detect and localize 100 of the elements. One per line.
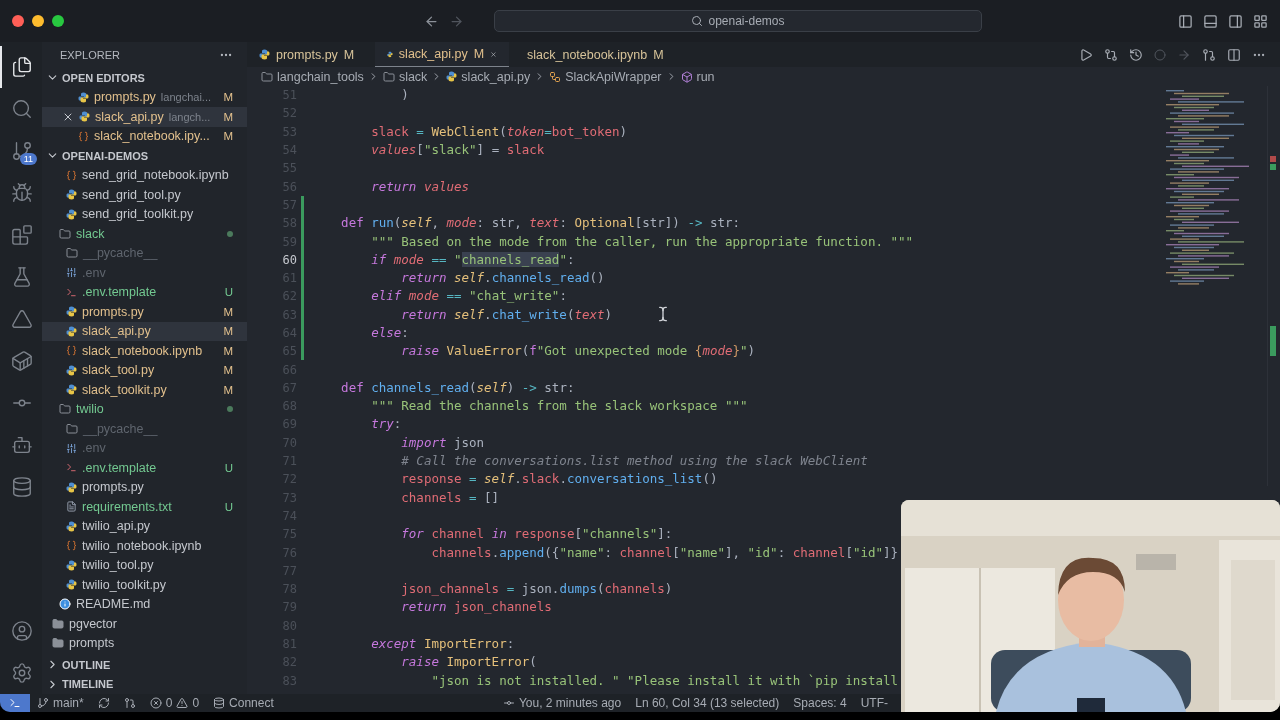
code-line: values["slack"] = slack bbox=[370, 142, 545, 159]
git-status: M bbox=[473, 47, 485, 61]
robot-icon[interactable] bbox=[11, 434, 33, 456]
file-tree-item[interactable]: twilio bbox=[42, 399, 247, 419]
activity-bar-button[interactable]: 11 bbox=[0, 130, 42, 172]
run-debug-icon[interactable] bbox=[11, 182, 33, 204]
method-icon bbox=[680, 70, 693, 83]
python-file-icon bbox=[79, 111, 90, 123]
layout-icon[interactable] bbox=[1253, 13, 1268, 29]
sidebar-toggle-icon[interactable] bbox=[1178, 13, 1193, 29]
container-icon[interactable] bbox=[11, 350, 33, 372]
branch-button[interactable]: main* bbox=[30, 696, 91, 710]
file-tree-item[interactable]: twilio_toolkit.py bbox=[42, 575, 247, 595]
file-name: README.md bbox=[76, 597, 151, 612]
triangle-icon[interactable] bbox=[11, 308, 33, 330]
git-status: M bbox=[343, 47, 355, 62]
tab-title: slack_notebook.ipynb bbox=[527, 47, 648, 62]
file-tree-item[interactable]: .env.template U bbox=[42, 458, 247, 478]
problems-button[interactable]: 0 0 bbox=[142, 696, 207, 710]
file-tree-item[interactable]: twilio_tool.py bbox=[42, 555, 247, 575]
section-title: OPENAI-DEMOS bbox=[62, 149, 149, 162]
compare-icon[interactable] bbox=[1104, 47, 1118, 62]
notebook-file-icon bbox=[66, 169, 77, 181]
run-icon[interactable] bbox=[1079, 47, 1093, 62]
file-tree-item[interactable]: pgvector bbox=[42, 614, 247, 634]
file-tree-item[interactable]: slack bbox=[42, 224, 247, 244]
settings-icon[interactable] bbox=[11, 662, 33, 684]
git-status: M bbox=[223, 325, 233, 338]
remote-button[interactable] bbox=[0, 694, 30, 712]
file-tree-item[interactable]: requirements.txt U bbox=[42, 497, 247, 517]
warning-icon bbox=[176, 697, 189, 709]
notebook-file-icon bbox=[66, 345, 77, 357]
file-name: twilio bbox=[76, 402, 104, 417]
panel-toggle-icon[interactable] bbox=[1203, 13, 1218, 29]
split-editor-icon[interactable] bbox=[1227, 47, 1241, 62]
code-line: return self.chat_write(text) bbox=[400, 306, 613, 323]
close-window-button[interactable] bbox=[12, 15, 24, 27]
open-editor-item[interactable]: prompts.py langchai... M bbox=[42, 87, 247, 107]
file-tree-item[interactable]: .env.template U bbox=[42, 282, 247, 302]
file-name: twilio_toolkit.py bbox=[82, 577, 167, 592]
section-header[interactable]: OUTLINE bbox=[42, 655, 247, 675]
status-item[interactable]: Spaces: 4 bbox=[786, 696, 854, 710]
code-line: if mode == "channels_read": bbox=[370, 251, 575, 268]
file-tree-item[interactable]: prompts.py M bbox=[42, 302, 247, 322]
secondary-sidebar-icon[interactable] bbox=[1228, 13, 1243, 29]
command-search-field[interactable]: openai-demos bbox=[494, 10, 982, 32]
python-file-icon bbox=[66, 208, 77, 220]
code-line: slack = WebClient(token=bot_token) bbox=[370, 123, 628, 140]
editor-tab[interactable]: slack_api.py M bbox=[375, 42, 509, 67]
flask-icon[interactable] bbox=[11, 266, 33, 288]
file-name: requirements.txt bbox=[82, 499, 172, 514]
database-icon[interactable] bbox=[11, 476, 33, 498]
folder-icon bbox=[52, 617, 64, 630]
file-tree-item[interactable]: send_grid_tool.py bbox=[42, 185, 247, 205]
file-tree-item[interactable]: send_grid_toolkit.py bbox=[42, 204, 247, 224]
breadcrumb[interactable]: slack_api.py bbox=[461, 69, 531, 84]
history-icon[interactable] bbox=[1129, 47, 1143, 62]
info-icon bbox=[59, 598, 71, 611]
forward-icon[interactable] bbox=[449, 13, 464, 29]
file-tree-item[interactable]: slack_toolkit.py M bbox=[42, 380, 247, 400]
file-tree-item[interactable]: twilio_api.py bbox=[42, 516, 247, 536]
section-header[interactable]: OPEN EDITORS bbox=[42, 68, 247, 88]
file-tree-item[interactable]: slack_tool.py M bbox=[42, 360, 247, 380]
file-name: send_grid_toolkit.py bbox=[82, 207, 194, 222]
file-tree-item[interactable]: README.md bbox=[42, 594, 247, 614]
connect-button[interactable]: Connect bbox=[206, 696, 281, 710]
python-file-icon bbox=[66, 520, 77, 532]
back-icon[interactable] bbox=[424, 13, 439, 29]
blame-status[interactable]: You, 2 minutes ago bbox=[495, 696, 629, 710]
section-header[interactable]: TIMELINE bbox=[42, 674, 247, 694]
search-icon[interactable] bbox=[11, 98, 33, 120]
breadcrumb[interactable]: langchain_tools bbox=[277, 69, 364, 84]
git-icon[interactable] bbox=[1202, 47, 1216, 62]
code-line: return values bbox=[370, 178, 470, 195]
file-name: slack_notebook.ipy... bbox=[94, 129, 210, 144]
explorer-icon[interactable] bbox=[11, 56, 33, 78]
maximize-window-button[interactable] bbox=[52, 15, 64, 27]
status-item[interactable]: Ln 60, Col 34 (13 selected) bbox=[628, 696, 787, 710]
file-tree-item[interactable]: slack_api.py M bbox=[42, 321, 247, 341]
settings-file-icon bbox=[66, 442, 77, 454]
open-editor-item[interactable]: slack_notebook.ipy... M bbox=[42, 126, 247, 146]
folder-icon bbox=[66, 422, 78, 435]
file-tree-item[interactable]: prompts.py bbox=[42, 477, 247, 497]
extensions-icon[interactable] bbox=[11, 224, 33, 246]
file-name: twilio_tool.py bbox=[82, 558, 154, 573]
file-tree-item[interactable]: slack_notebook.ipynb M bbox=[42, 341, 247, 361]
breadcrumb[interactable]: slack bbox=[398, 69, 428, 84]
file-tree-item[interactable]: prompts bbox=[42, 633, 247, 653]
breadcrumb[interactable]: SlackApiWrapper bbox=[565, 69, 662, 84]
section-header[interactable]: OPENAI-DEMOS bbox=[42, 146, 247, 166]
open-editor-item[interactable]: slack_api.py langch... M bbox=[42, 107, 247, 127]
file-tree-item[interactable]: send_grid_notebook.ipynb bbox=[42, 165, 247, 185]
code-line: return self.channels_read() bbox=[400, 270, 605, 287]
status-item[interactable]: UTF- bbox=[853, 696, 895, 710]
git-status: M bbox=[223, 383, 233, 396]
breadcrumb[interactable]: run bbox=[696, 69, 715, 84]
account-icon[interactable] bbox=[11, 620, 33, 642]
minimize-window-button[interactable] bbox=[32, 15, 44, 27]
git-status: M bbox=[223, 91, 233, 104]
file-tree-item[interactable]: twilio_notebook.ipynb bbox=[42, 536, 247, 556]
